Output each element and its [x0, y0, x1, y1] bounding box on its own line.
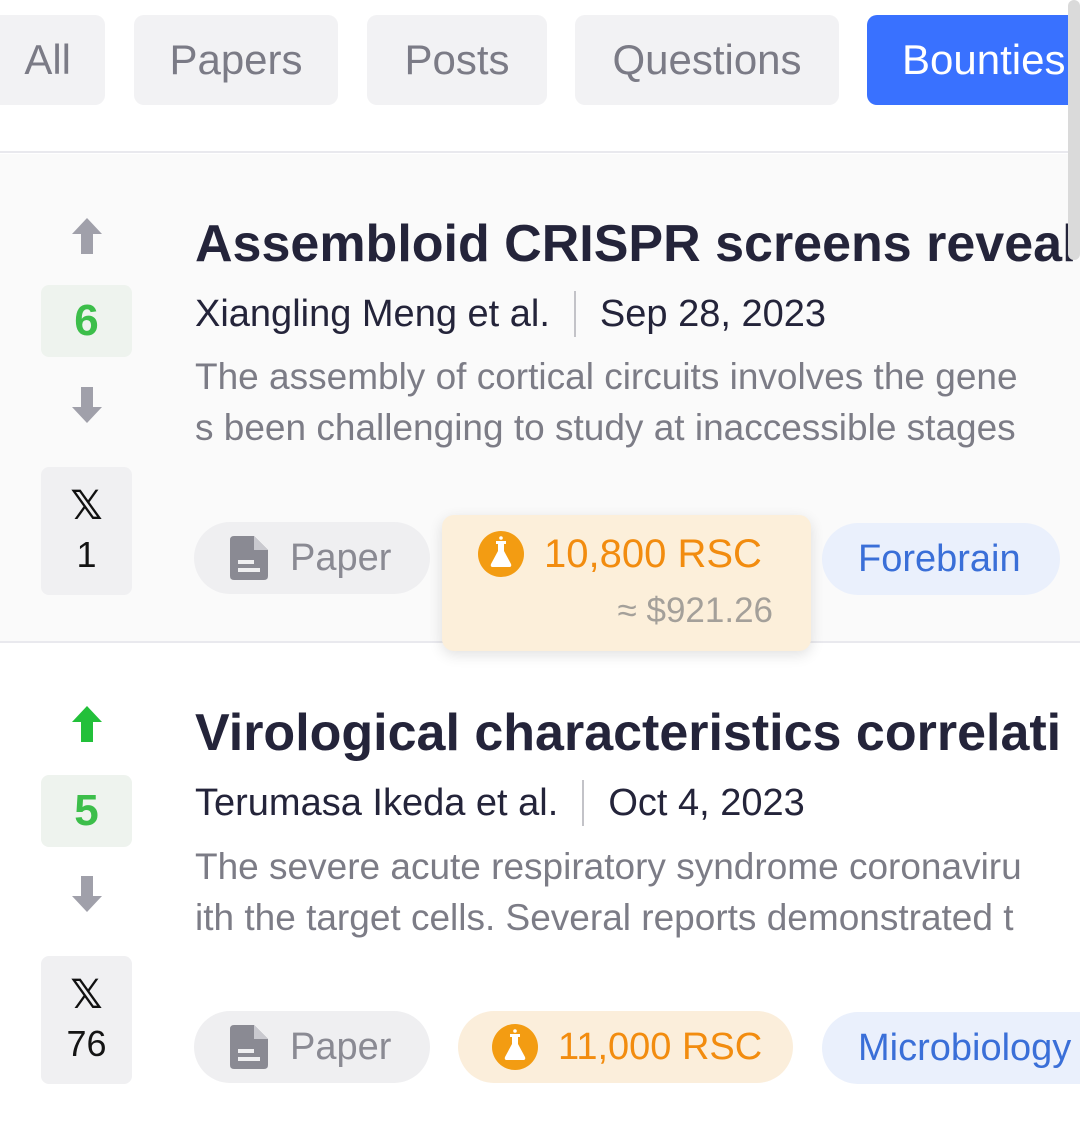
item-title[interactable]: Assembloid CRISPR screens reveal [195, 214, 1077, 274]
tab-posts[interactable]: Posts [367, 15, 547, 105]
hub-label: Microbiology [858, 1026, 1072, 1069]
feed-tabs: All Papers Posts Questions Bounties [0, 0, 1080, 152]
abstract-line: ith the target cells. Several reports de… [195, 897, 1014, 938]
abstract-line: s been challenging to study at inaccessi… [195, 407, 1016, 448]
document-icon [230, 536, 268, 580]
bounty-usd-value: ≈ $921.26 [617, 591, 773, 630]
bounty-badge[interactable]: 11,000 RSC [458, 1011, 793, 1083]
item-meta: Terumasa Ikeda et al. Oct 4, 2023 [195, 780, 805, 826]
x-share-button[interactable]: 𝕏 76 [41, 956, 132, 1084]
item-authors[interactable]: Xiangling Meng et al. [195, 293, 550, 336]
hub-label: Forebrain [858, 537, 1021, 580]
upvote-arrow-icon[interactable] [66, 703, 108, 745]
feed-item[interactable]: 5 𝕏 76 Virological characteristics corre… [0, 643, 1080, 1128]
item-authors[interactable]: Terumasa Ikeda et al. [195, 782, 558, 825]
item-title[interactable]: Virological characteristics correlati [195, 703, 1061, 763]
content-type-label: Paper [290, 536, 392, 579]
tab-papers[interactable]: Papers [134, 15, 338, 105]
abstract-line: The assembly of cortical circuits involv… [195, 356, 1018, 397]
divider [0, 151, 1080, 153]
hub-tag[interactable]: Microbiology [822, 1012, 1080, 1084]
item-meta: Xiangling Meng et al. Sep 28, 2023 [195, 291, 826, 337]
x-share-button[interactable]: 𝕏 1 [41, 467, 132, 595]
hub-tag[interactable]: Forebrain [822, 523, 1060, 595]
tab-all[interactable]: All [0, 15, 105, 105]
item-date: Sep 28, 2023 [599, 292, 826, 335]
upvote-arrow-icon[interactable] [66, 215, 108, 257]
abstract-line: The severe acute respiratory syndrome co… [195, 846, 1022, 887]
x-logo-icon: 𝕏 [70, 484, 103, 528]
x-mention-count: 1 [76, 534, 97, 575]
bounty-tooltip[interactable]: 10,800 RSC ≈ $921.26 [442, 515, 811, 651]
downvote-arrow-icon[interactable] [66, 873, 108, 915]
downvote-arrow-icon[interactable] [66, 384, 108, 426]
x-mention-count: 76 [66, 1023, 107, 1064]
scrollbar[interactable] [1068, 0, 1080, 260]
content-type-label: Paper [290, 1025, 392, 1068]
document-icon [230, 1025, 268, 1069]
tab-questions[interactable]: Questions [575, 15, 839, 105]
rsc-flask-icon [478, 531, 524, 577]
vote-score: 5 [41, 775, 132, 847]
bounty-amount: 11,000 RSC [558, 1025, 763, 1068]
meta-separator [573, 291, 576, 337]
tab-bounties[interactable]: Bounties [867, 15, 1080, 105]
rsc-flask-icon [492, 1024, 538, 1070]
item-abstract: The severe acute respiratory syndrome co… [195, 841, 1022, 943]
content-type-badge[interactable]: Paper [194, 1011, 430, 1083]
x-logo-icon: 𝕏 [70, 973, 103, 1017]
meta-separator [582, 780, 585, 826]
content-type-badge[interactable]: Paper [194, 522, 430, 594]
item-abstract: The assembly of cortical circuits involv… [195, 351, 1018, 453]
vote-score: 6 [41, 285, 132, 357]
bounty-amount: 10,800 RSC [544, 531, 762, 576]
item-date: Oct 4, 2023 [608, 781, 805, 824]
